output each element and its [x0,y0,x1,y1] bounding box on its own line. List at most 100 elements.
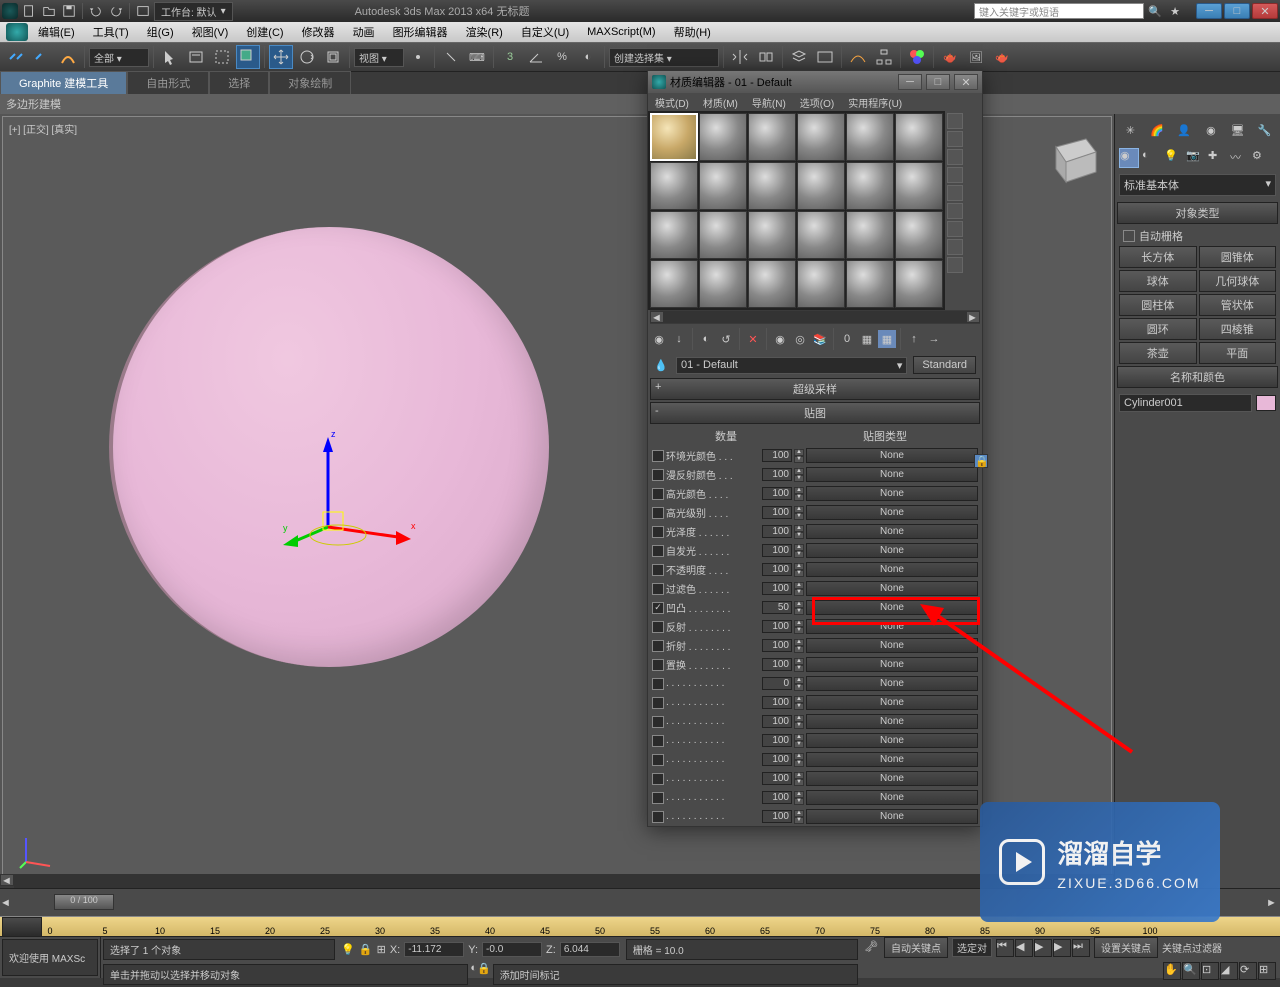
timeline-prev-icon[interactable]: ◄ [0,897,14,909]
add-time-tag[interactable]: 添加时间标记 [493,964,858,985]
select-region-icon[interactable] [210,45,234,69]
menu-create[interactable]: 创建(C) [238,22,291,42]
put-to-scene-icon[interactable]: ↓ [670,330,688,348]
material-slot[interactable] [650,162,698,210]
tab-object-paint[interactable]: 对象绘制 [269,71,351,94]
project-icon[interactable] [134,3,152,19]
spinner-up[interactable]: ▲ [794,753,804,760]
z-input[interactable] [560,942,620,957]
map-enable-checkbox[interactable] [652,697,664,709]
map-amount-input[interactable]: 100 [762,639,792,652]
spinner-down[interactable]: ▼ [794,589,804,596]
spinner-down[interactable]: ▼ [794,570,804,577]
viewcube[interactable] [1041,127,1101,187]
cylinder-button[interactable]: 圆柱体 [1119,294,1197,316]
goto-start-icon[interactable]: ⏮ [996,939,1014,957]
mat-menu-material[interactable]: 材质(M) [700,94,741,111]
map-enable-checkbox[interactable] [652,602,664,614]
spinner-down[interactable]: ▼ [794,684,804,691]
y-input[interactable] [482,942,542,957]
slots-hscroll[interactable]: ◄ ► [650,310,980,324]
menu-help[interactable]: 帮助(H) [666,22,719,42]
select-byname-icon[interactable] [184,45,208,69]
cone-button[interactable]: 圆锥体 [1199,246,1277,268]
schematic-view-icon[interactable] [872,45,896,69]
map-slot-button[interactable]: None [806,524,978,539]
material-slot[interactable] [699,162,747,210]
render-icon[interactable]: 🫖 [990,45,1014,69]
spinner-down[interactable]: ▼ [794,703,804,710]
time-slider-thumb[interactable]: 0 / 100 [54,894,114,910]
spinner-down[interactable]: ▼ [794,665,804,672]
spinner-up[interactable]: ▲ [794,525,804,532]
name-color-rollup[interactable]: 名称和颜色 [1117,366,1278,388]
undo-icon[interactable] [87,3,105,19]
modify-tab-icon[interactable]: 🌈 [1146,118,1169,142]
material-slot[interactable] [650,260,698,308]
time-config-icon[interactable] [2,917,42,937]
map-amount-input[interactable]: 100 [762,734,792,747]
tab-freeform[interactable]: 自由形式 [127,71,209,94]
map-amount-input[interactable]: 100 [762,449,792,462]
auto-key-button[interactable]: 自动关键点 [884,937,948,958]
material-slot[interactable] [895,162,943,210]
prev-frame-icon[interactable]: ◀ [1015,939,1033,957]
spinner-up[interactable]: ▲ [794,696,804,703]
dialog-close-button[interactable]: ✕ [954,74,978,90]
minimize-button[interactable]: ─ [1196,3,1222,19]
material-slot[interactable] [748,211,796,259]
render-setup-icon[interactable]: 🫖 [938,45,962,69]
key-sel-dropdown[interactable]: 选定对 [952,938,992,957]
spinner-snap-icon[interactable]: ◐ [576,45,600,69]
play-icon[interactable]: ▶ [1034,939,1052,957]
helpers-icon[interactable]: ✚ [1207,148,1227,168]
mat-id-icon[interactable] [947,257,963,273]
material-slot[interactable] [846,211,894,259]
space-warps-icon[interactable]: 〰 [1229,148,1249,168]
sample-uv-icon[interactable] [947,167,963,183]
menu-customize[interactable]: 自定义(U) [513,22,577,42]
lock-sel-icon[interactable]: 🔒 [477,962,491,987]
supersample-rollup[interactable]: +超级采样 [650,378,980,400]
open-icon[interactable] [40,3,58,19]
redo-icon[interactable] [107,3,125,19]
spinner-down[interactable]: ▼ [794,608,804,615]
material-slot[interactable] [699,211,747,259]
spinner-up[interactable]: ▲ [794,506,804,513]
map-enable-checkbox[interactable] [652,754,664,766]
spinner-up[interactable]: ▲ [794,639,804,646]
box-button[interactable]: 长方体 [1119,246,1197,268]
scale-icon[interactable] [321,45,345,69]
map-amount-input[interactable]: 100 [762,753,792,766]
options-icon[interactable] [947,221,963,237]
map-enable-checkbox[interactable] [652,678,664,690]
key-filters-label[interactable]: 关键点过滤器 [1162,940,1222,955]
workspace-dropdown[interactable]: 工作台: 默认▾ [154,2,233,21]
map-enable-checkbox[interactable] [652,526,664,538]
map-slot-button[interactable]: None [806,619,978,634]
window-crossing-icon[interactable] [236,45,260,69]
spinner-down[interactable]: ▼ [794,722,804,729]
get-material-icon[interactable]: ◉ [650,330,668,348]
map-slot-button[interactable]: None [806,505,978,520]
map-slot-button[interactable]: None [806,771,978,786]
mat-effects-icon[interactable]: 0 [838,330,856,348]
select-by-mat-icon[interactable] [947,239,963,255]
pyramid-button[interactable]: 四棱锥 [1199,318,1277,340]
map-amount-input[interactable]: 100 [762,620,792,633]
map-enable-checkbox[interactable] [652,735,664,747]
bind-icon[interactable] [56,45,80,69]
spinner-up[interactable]: ▲ [794,715,804,722]
set-key-button[interactable]: 设置关键点 [1094,937,1158,958]
maps-rollup[interactable]: -贴图 [650,402,980,424]
angle-snap-icon[interactable] [524,45,548,69]
map-slot-button[interactable]: None [806,448,978,463]
spinner-down[interactable]: ▼ [794,798,804,805]
maximize-button[interactable]: □ [1224,3,1250,19]
display-tab-icon[interactable]: 🖥 [1226,118,1249,142]
menu-edit[interactable]: 编辑(E) [30,22,83,42]
map-amount-input[interactable]: 100 [762,810,792,823]
map-slot-button[interactable]: None [806,676,978,691]
menu-render[interactable]: 渲染(R) [458,22,511,42]
map-enable-checkbox[interactable] [652,450,664,462]
